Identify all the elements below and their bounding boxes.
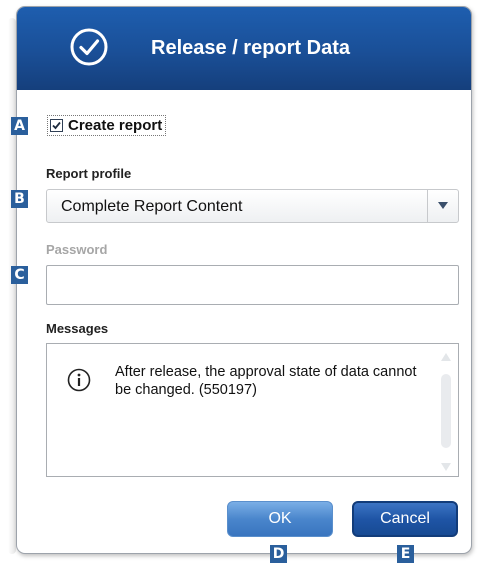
messages-scrollbar[interactable] [439, 352, 453, 472]
release-report-dialog: Release / report Data Create report Repo… [16, 6, 472, 554]
create-report-checkbox[interactable] [50, 119, 63, 132]
scroll-up-arrow-icon[interactable] [440, 352, 452, 362]
message-text: After release, the approval state of dat… [115, 364, 417, 398]
report-profile-dropdown-button[interactable] [427, 190, 458, 222]
marker-a: A [11, 117, 28, 135]
password-label: Password [46, 242, 108, 257]
messages-box: After release, the approval state of dat… [46, 343, 459, 477]
report-profile-select[interactable]: Complete Report Content [46, 189, 459, 223]
marker-c: C [11, 266, 28, 284]
create-report-checkbox-row[interactable]: Create report [47, 115, 167, 136]
marker-b: B [11, 190, 28, 208]
dialog-shadow [8, 18, 16, 554]
report-profile-label: Report profile [46, 166, 132, 181]
marker-d: D [270, 545, 287, 563]
password-input[interactable] [46, 265, 459, 305]
checkmark-circle-icon [70, 28, 108, 66]
messages-label: Messages [46, 321, 109, 336]
report-profile-value: Complete Report Content [61, 198, 243, 215]
marker-e: E [397, 545, 414, 563]
info-icon [67, 368, 91, 392]
scroll-thumb[interactable] [441, 374, 451, 448]
dialog-titlebar: Release / report Data [17, 7, 471, 90]
chevron-down-icon [438, 202, 448, 209]
checkmark-icon [52, 121, 61, 130]
create-report-label: Create report [68, 117, 163, 134]
dialog-title: Release / report Data [151, 37, 350, 59]
cancel-button[interactable]: Cancel [352, 501, 458, 537]
ok-button[interactable]: OK [227, 501, 333, 537]
scroll-down-arrow-icon[interactable] [440, 462, 452, 472]
